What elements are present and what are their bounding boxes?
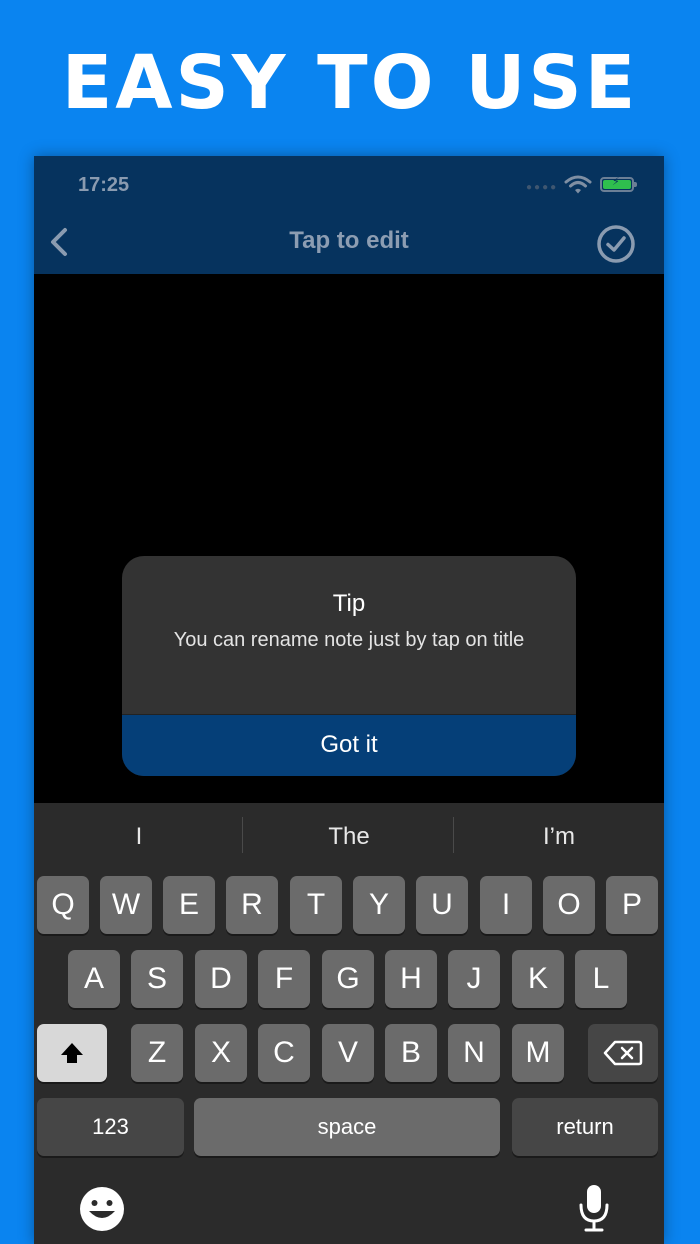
key-e[interactable]: E	[163, 876, 215, 934]
key-y[interactable]: Y	[353, 876, 405, 934]
key-j[interactable]: J	[448, 950, 500, 1008]
note-title[interactable]: Tap to edit	[34, 227, 664, 255]
key-n[interactable]: N	[448, 1024, 500, 1082]
key-k[interactable]: K	[512, 950, 564, 1008]
emoji-icon[interactable]	[78, 1185, 126, 1233]
key-p[interactable]: P	[606, 876, 658, 934]
return-key[interactable]: return	[512, 1098, 658, 1156]
dialog-title: Tip	[332, 590, 366, 617]
key-f[interactable]: F	[258, 950, 310, 1008]
key-q[interactable]: Q	[37, 876, 89, 934]
tip-dialog: Tip You can rename note just by tap on t…	[122, 556, 576, 776]
key-w[interactable]: W	[100, 876, 152, 934]
suggestion-item[interactable]: The	[244, 823, 454, 851]
promo-headline: EASY TO USE	[61, 40, 639, 126]
shift-arrow-icon	[61, 1043, 83, 1063]
key-v[interactable]: V	[322, 1024, 374, 1082]
key-r[interactable]: R	[226, 876, 278, 934]
key-x[interactable]: X	[195, 1024, 247, 1082]
key-i[interactable]: I	[480, 876, 532, 934]
key-z[interactable]: Z	[131, 1024, 183, 1082]
key-u[interactable]: U	[416, 876, 468, 934]
phone-screen: 17:25 ●●●● Tap to edit Tip You can renam…	[34, 156, 664, 1244]
key-b[interactable]: B	[385, 1024, 437, 1082]
suggestion-bar: I The I’m	[34, 803, 664, 869]
key-s[interactable]: S	[131, 950, 183, 1008]
dialog-message: You can rename note just by tap on title	[173, 629, 525, 651]
backspace-icon	[603, 1040, 643, 1066]
shift-key[interactable]	[37, 1024, 107, 1082]
delete-key[interactable]	[588, 1024, 658, 1082]
suggestion-item[interactable]: I	[34, 823, 244, 851]
key-a[interactable]: A	[68, 950, 120, 1008]
key-t[interactable]: T	[290, 876, 342, 934]
key-c[interactable]: C	[258, 1024, 310, 1082]
key-o[interactable]: O	[543, 876, 595, 934]
microphone-icon[interactable]	[576, 1183, 612, 1233]
numbers-key[interactable]: 123	[37, 1098, 184, 1156]
key-g[interactable]: G	[322, 950, 374, 1008]
key-d[interactable]: D	[195, 950, 247, 1008]
wifi-icon	[564, 175, 592, 194]
signal-icon: ●●●●	[526, 182, 559, 193]
navigation-bar: 17:25 ●●●● Tap to edit	[34, 156, 664, 274]
suggestion-item[interactable]: I’m	[454, 823, 664, 851]
space-key[interactable]: space	[194, 1098, 500, 1156]
got-it-button[interactable]: Got it	[122, 714, 576, 776]
checkmark-circle-icon[interactable]	[596, 224, 636, 264]
status-time: 17:25	[78, 174, 130, 196]
keyboard: I The I’m Q W E R T Y U I O P A S D F G …	[34, 803, 664, 1244]
key-h[interactable]: H	[385, 950, 437, 1008]
battery-icon	[600, 175, 637, 192]
key-m[interactable]: M	[512, 1024, 564, 1082]
key-l[interactable]: L	[575, 950, 627, 1008]
